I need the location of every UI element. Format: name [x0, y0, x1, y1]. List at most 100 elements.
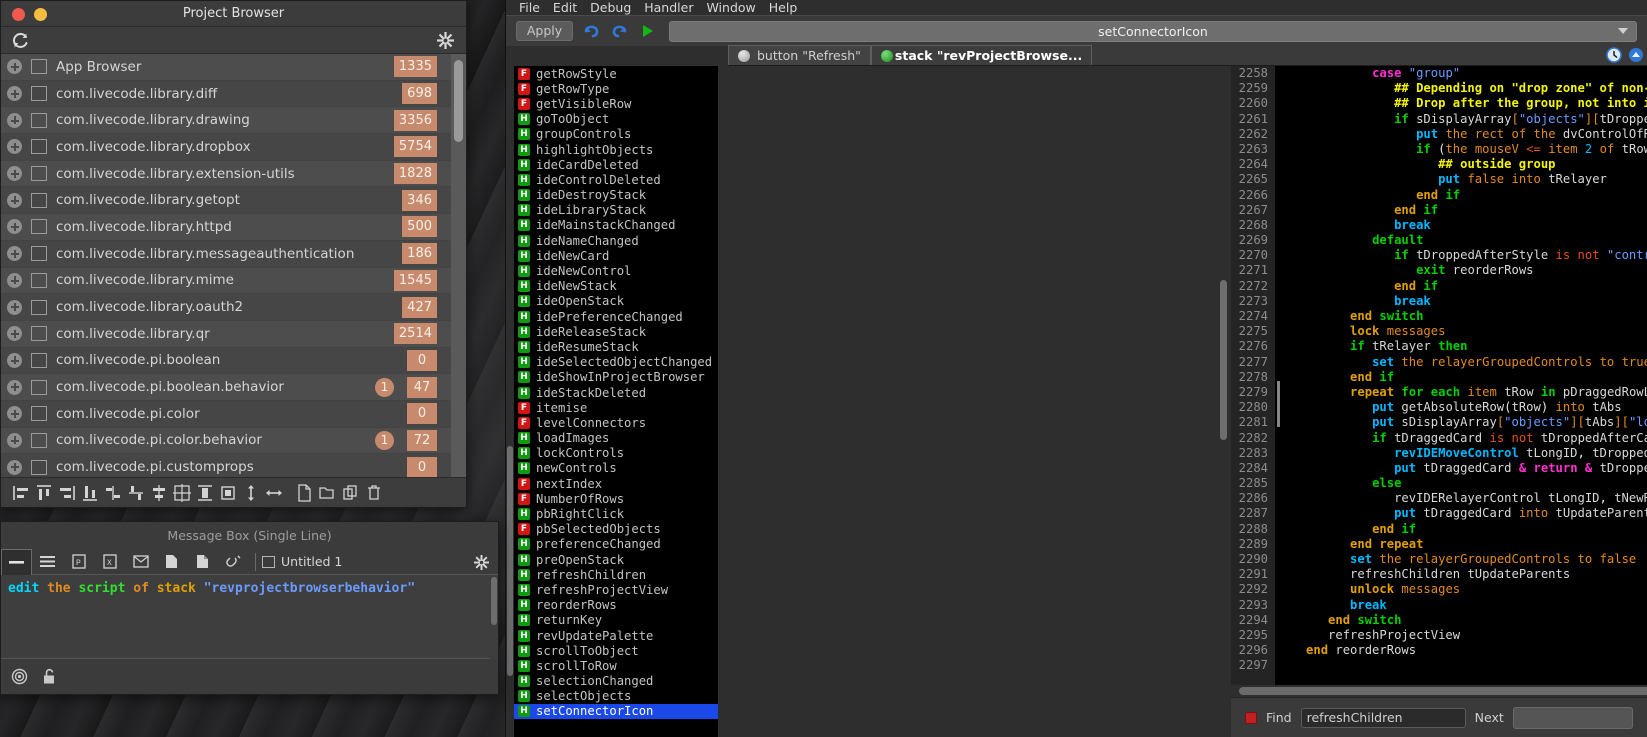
target-icon[interactable]	[11, 668, 28, 685]
copy-icon[interactable]	[339, 482, 362, 504]
handler-list-item[interactable]: HidePreferenceChanged	[514, 309, 718, 324]
code-line[interactable]: 2293 break	[1231, 597, 1647, 613]
code-line[interactable]: 2271 exit reorderRows	[1231, 263, 1647, 279]
code-line[interactable]: 2297	[1231, 658, 1647, 674]
object-checkbox[interactable]	[31, 459, 47, 475]
expand-plus-icon[interactable]	[7, 86, 22, 102]
code-line[interactable]: 2274 end switch	[1231, 309, 1647, 325]
project-browser-row[interactable]: com.livecode.library.diff 698	[1, 80, 466, 108]
object-checkbox[interactable]	[31, 86, 47, 102]
scrollbar-thumb[interactable]	[491, 577, 497, 625]
refresh-icon[interactable]	[11, 31, 30, 50]
find-results-field[interactable]	[1512, 706, 1633, 729]
align-left-icon[interactable]	[9, 482, 32, 504]
handler-list-item[interactable]: HideOpenStack	[514, 294, 718, 309]
play-icon[interactable]	[637, 21, 657, 41]
code-editor[interactable]: 2258 case "group" 2259 ## Depending on "d…	[1231, 66, 1647, 685]
handler-list-item[interactable]: FgetRowStyle	[514, 66, 718, 81]
handler-list-item[interactable]: HgroupControls	[514, 127, 718, 142]
close-window-button[interactable]	[12, 8, 25, 21]
object-checkbox[interactable]	[31, 246, 47, 262]
code-line[interactable]: 2280 put getAbsoluteRow(tRow) into tAbs	[1231, 400, 1647, 416]
project-browser-row[interactable]: com.livecode.library.getopt 346	[1, 187, 466, 215]
expand-plus-icon[interactable]	[7, 326, 22, 342]
handler-list-item[interactable]: HgoToObject	[514, 112, 718, 127]
code-line[interactable]: 2283 revIDEMoveControl tLongID, tDropped…	[1231, 445, 1647, 461]
handler-list-item[interactable]: HideShowInProjectBrowser	[514, 370, 718, 385]
close-find-icon[interactable]	[1245, 711, 1257, 724]
minimize-window-button[interactable]	[34, 8, 47, 21]
project-browser-row[interactable]: com.livecode.library.extension-utils 1828	[1, 160, 466, 188]
menu-file[interactable]: File	[519, 0, 540, 15]
code-line[interactable]: 2278 end if	[1231, 369, 1647, 385]
code-line[interactable]: 2276 if tRelayer then	[1231, 339, 1647, 355]
expand-plus-icon[interactable]	[7, 219, 22, 235]
align-center-v-icon[interactable]	[170, 482, 193, 504]
code-vertical-scrollbar[interactable]	[1216, 66, 1231, 685]
expand-plus-icon[interactable]	[7, 432, 22, 448]
code-line[interactable]: 2266 end if	[1231, 187, 1647, 203]
handler-list-item[interactable]: HideNewCard	[514, 248, 718, 263]
tab-multi-line[interactable]	[32, 549, 63, 575]
expand-plus-icon[interactable]	[7, 59, 22, 75]
handler-list-item[interactable]: HideReleaseStack	[514, 324, 718, 339]
handler-list-item[interactable]: HlockControls	[514, 446, 718, 461]
code-line[interactable]: 2292 unlock messages	[1231, 582, 1647, 598]
fold-marker[interactable]	[1277, 381, 1280, 427]
handler-list-item[interactable]: HideControlDeleted	[514, 172, 718, 187]
project-browser-row[interactable]: com.livecode.library.drawing 3356	[1, 107, 466, 135]
project-browser-row[interactable]: App Browser 1335	[1, 54, 466, 81]
handler-list[interactable]: FgetRowStyle FgetRowType FgetVisibleRow Hgo…	[514, 66, 718, 737]
code-line[interactable]: 2273 break	[1231, 293, 1647, 310]
object-checkbox[interactable]	[31, 192, 47, 208]
menu-edit[interactable]: Edit	[553, 0, 577, 15]
handler-list-item[interactable]: HpbRightClick	[514, 506, 718, 521]
code-line[interactable]: 2262 put the rect of the dvControlOfRow[…	[1231, 126, 1647, 142]
object-checkbox[interactable]	[31, 59, 47, 75]
code-line[interactable]: 2290 set the relayerGroupedControls to f…	[1231, 552, 1647, 568]
print-icon[interactable]: P	[63, 549, 94, 575]
code-line[interactable]: 2259 ## Depending on "drop zone" of non-…	[1231, 81, 1647, 97]
open-folder-icon[interactable]	[316, 482, 339, 504]
align-top-icon[interactable]	[32, 482, 55, 504]
handler-list-item[interactable]: HselectObjects	[514, 689, 718, 704]
menu-help[interactable]: Help	[769, 0, 798, 15]
gear-icon[interactable]	[474, 555, 489, 570]
new-card-icon[interactable]	[293, 482, 316, 504]
handler-list-item[interactable]: HideMainstackChanged	[514, 218, 718, 233]
apply-button[interactable]: Apply	[516, 21, 573, 41]
handler-list-item[interactable]: FgetVisibleRow	[514, 96, 718, 111]
handler-list-item[interactable]: HhighlightObjects	[514, 142, 718, 157]
project-browser-row[interactable]: com.livecode.library.dropbox 5754	[1, 134, 466, 161]
gear-icon[interactable]	[437, 32, 454, 49]
menu-window[interactable]: Window	[706, 0, 755, 15]
object-checkbox[interactable]	[31, 352, 47, 368]
object-checkbox[interactable]	[31, 432, 47, 448]
next-label[interactable]: Next	[1475, 710, 1504, 725]
code-line[interactable]: 2275 lock messages	[1231, 324, 1647, 340]
expand-plus-icon[interactable]	[7, 299, 22, 315]
delete-icon[interactable]	[362, 482, 385, 504]
handler-list-item[interactable]: Fitemise	[514, 400, 718, 415]
link-icon[interactable]	[218, 549, 249, 575]
resize-vertical-icon[interactable]	[239, 482, 262, 504]
code-line[interactable]: 2264 ## outside group	[1231, 157, 1647, 173]
handler-list-item[interactable]: HnewControls	[514, 461, 718, 476]
project-browser-row[interactable]: com.livecode.pi.boolean.behavior 1 47	[1, 374, 466, 401]
project-browser-row[interactable]: com.livecode.library.messageauthenticati…	[1, 240, 466, 268]
expand-plus-icon[interactable]	[7, 379, 22, 395]
code-line[interactable]: 2272 end if	[1231, 278, 1647, 294]
expand-plus-icon[interactable]	[7, 166, 22, 182]
redo-icon[interactable]	[609, 21, 629, 41]
scrollbar-thumb[interactable]	[507, 446, 513, 676]
project-browser-row[interactable]: com.livecode.library.oauth2 427	[1, 294, 466, 321]
project-browser-row[interactable]: com.livecode.library.qr 2514	[1, 320, 466, 348]
resize-horizontal-icon[interactable]	[262, 482, 285, 504]
code-horizontal-scrollbar[interactable]	[1231, 685, 1647, 697]
menu-handler[interactable]: Handler	[644, 0, 693, 15]
code-line[interactable]: 2296 end reorderRows	[1231, 643, 1647, 659]
handler-list-item[interactable]: HideNewStack	[514, 279, 718, 294]
handler-list-item[interactable]: HideResumeStack	[514, 339, 718, 354]
code-line[interactable]: 2279 repeat for each item tRow in pDragg…	[1231, 384, 1647, 401]
handler-list-item[interactable]: HreturnKey	[514, 613, 718, 628]
